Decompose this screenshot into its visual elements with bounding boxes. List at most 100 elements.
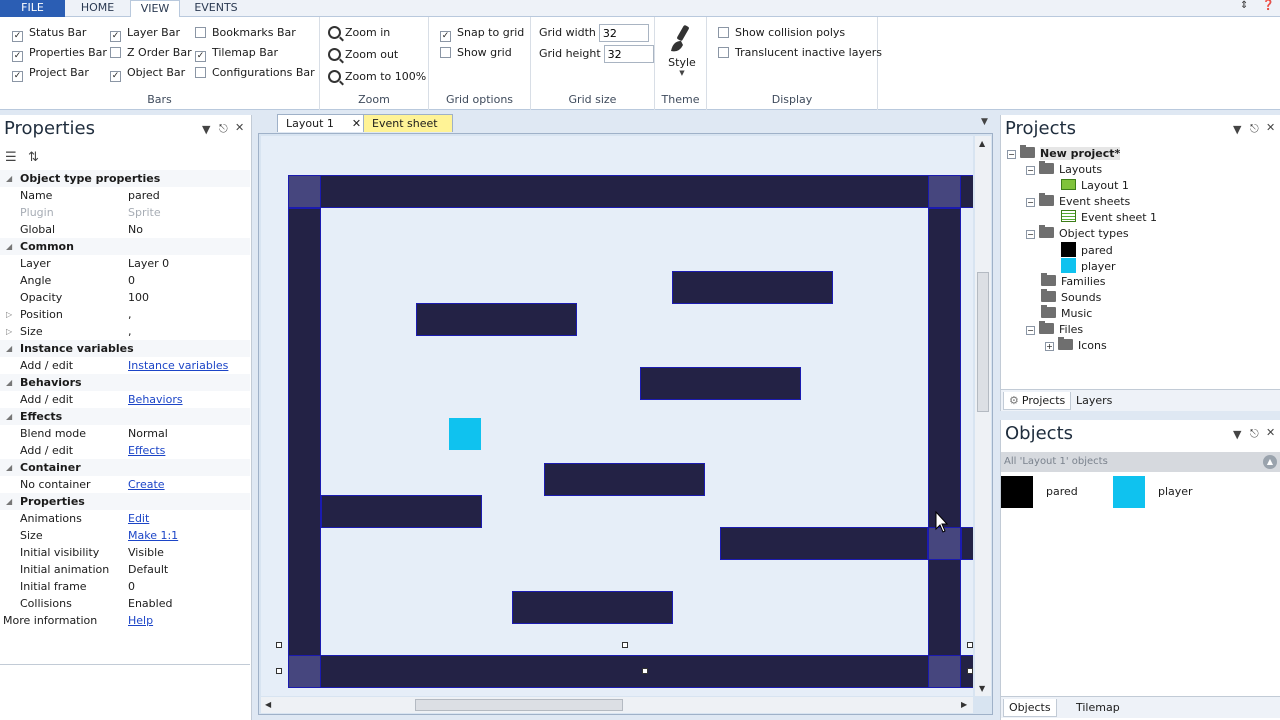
vertical-scroll-thumb[interactable] — [977, 272, 989, 412]
grid-height-input[interactable] — [603, 45, 654, 63]
scroll-left-icon[interactable]: ◀ — [265, 700, 271, 709]
object-item-pared[interactable]: pared — [1001, 476, 1101, 508]
property-row[interactable]: Initial frame 0 — [0, 578, 250, 595]
property-row[interactable]: Add / edit Instance variables — [0, 357, 250, 374]
sort-alpha-icon[interactable]: ⇅ — [28, 150, 39, 165]
snap-to-grid-checkbox[interactable]: ✓ Snap to grid — [440, 26, 524, 42]
property-row[interactable]: Angle 0 — [0, 272, 250, 289]
property-row[interactable]: ▷ Size, — [0, 323, 250, 340]
property-link[interactable]: Help — [128, 612, 153, 629]
ribbon-minimize-icon[interactable]: ⇕ — [1240, 0, 1248, 11]
vertical-scrollbar[interactable]: ▲ ▼ — [975, 136, 991, 696]
category-collapse-icon[interactable]: ◢ — [6, 459, 12, 476]
selection-handle[interactable] — [622, 642, 628, 648]
tab-layers[interactable]: Layers — [1071, 392, 1117, 410]
tab-view[interactable]: VIEW — [130, 0, 180, 18]
style-button[interactable]: Style ▼ — [665, 23, 699, 77]
tree-layout-1[interactable]: Layout 1 — [1061, 178, 1129, 193]
property-row[interactable]: Size Make 1:1 — [0, 527, 250, 544]
objects-filter[interactable]: All 'Layout 1' objects ▲ — [1001, 452, 1280, 472]
zoom-out-button[interactable]: Zoom out — [328, 48, 398, 61]
category-collapse-icon[interactable]: ◢ — [6, 170, 12, 187]
property-row[interactable]: Collisions Enabled — [0, 595, 250, 612]
scroll-up-icon[interactable]: ▲ — [979, 139, 985, 148]
tree-root[interactable]: − New project* — [1007, 145, 1121, 161]
wall-top[interactable] — [288, 175, 973, 208]
zoom-in-button[interactable]: Zoom in — [328, 26, 390, 39]
wall-top-right-block[interactable] — [928, 175, 961, 208]
close-icon[interactable]: ✕ — [235, 121, 244, 134]
expand-icon[interactable]: + — [1045, 342, 1054, 351]
panel-menu-icon[interactable]: ▼ — [1233, 428, 1241, 441]
category-collapse-icon[interactable]: ◢ — [6, 374, 12, 391]
property-link[interactable]: Effects — [128, 442, 165, 459]
selection-handle[interactable] — [642, 668, 648, 674]
up-level-icon[interactable]: ▲ — [1263, 455, 1277, 469]
tree-icons[interactable]: + Icons — [1045, 337, 1107, 353]
platform[interactable] — [544, 463, 705, 496]
show-collision-polys-checkbox[interactable]: Show collision polys — [718, 26, 845, 40]
expand-icon[interactable]: ▷ — [6, 323, 12, 340]
wall-top-left-block[interactable] — [288, 175, 321, 208]
category-collapse-icon[interactable]: ◢ — [6, 340, 12, 357]
horizontal-scroll-thumb[interactable] — [415, 699, 623, 711]
bookmarks-bar-checkbox[interactable]: Bookmarks Bar — [195, 26, 296, 40]
tab-tilemap[interactable]: Tilemap — [1071, 699, 1125, 717]
pin-icon[interactable]: ⎋ — [1250, 122, 1259, 136]
show-grid-checkbox[interactable]: Show grid — [440, 46, 512, 60]
property-row[interactable]: Name pared — [0, 187, 250, 204]
scroll-down-icon[interactable]: ▼ — [979, 684, 985, 693]
layout-canvas[interactable] — [261, 136, 973, 696]
platform[interactable] — [321, 495, 482, 528]
tree-sounds[interactable]: Sounds — [1041, 289, 1101, 305]
project-bar-checkbox[interactable]: ✓ Project Bar — [12, 66, 89, 82]
pin-icon[interactable]: ⎋ — [219, 122, 228, 136]
category-collapse-icon[interactable]: ◢ — [6, 238, 12, 255]
property-link[interactable]: Behaviors — [128, 391, 183, 408]
property-link[interactable]: Edit — [128, 510, 149, 527]
panel-menu-icon[interactable]: ▼ — [1233, 123, 1241, 136]
wall-right[interactable] — [928, 208, 961, 656]
property-link[interactable]: Make 1:1 — [128, 527, 178, 544]
selection-handle[interactable] — [967, 668, 973, 674]
help-icon[interactable]: ❓ — [1262, 0, 1274, 11]
wall-bottom-left-block[interactable] — [288, 655, 321, 688]
tree-music[interactable]: Music — [1041, 305, 1092, 321]
selection-handle[interactable] — [276, 642, 282, 648]
collapse-icon[interactable]: − — [1026, 326, 1035, 335]
horizontal-scrollbar[interactable]: ◀ ▶ — [261, 697, 973, 713]
property-row[interactable]: Opacity 100 — [0, 289, 250, 306]
platform[interactable] — [672, 271, 833, 304]
tilemap-bar-checkbox[interactable]: ✓ Tilemap Bar — [195, 46, 278, 62]
property-row[interactable]: Initial animation Default — [0, 561, 250, 578]
pin-icon[interactable]: ⎋ — [1250, 427, 1259, 441]
collapse-icon[interactable]: − — [1026, 198, 1035, 207]
tree-object-pared[interactable]: pared — [1061, 242, 1113, 257]
object-item-player[interactable]: player — [1113, 476, 1213, 508]
tab-file[interactable]: FILE — [0, 0, 65, 17]
tab-event-sheet-1[interactable]: Event sheet 1 — [363, 114, 453, 147]
property-row[interactable]: Global No — [0, 221, 250, 238]
configurations-bar-checkbox[interactable]: Configurations Bar — [195, 66, 315, 80]
platform[interactable] — [720, 527, 928, 560]
layout-stage[interactable] — [261, 136, 973, 696]
category-collapse-icon[interactable]: ◢ — [6, 408, 12, 425]
property-row[interactable]: No container Create — [0, 476, 250, 493]
wall-bottom[interactable] — [288, 655, 973, 688]
tree-event-sheets[interactable]: − Event sheets — [1026, 193, 1130, 209]
tab-events[interactable]: EVENTS — [180, 0, 252, 17]
property-row[interactable]: Initial visibility Visible — [0, 544, 250, 561]
properties-bar-checkbox[interactable]: ✓ Properties Bar — [12, 46, 107, 62]
property-row[interactable]: Add / edit Effects — [0, 442, 250, 459]
panel-menu-icon[interactable]: ▼ — [202, 123, 210, 136]
tab-objects[interactable]: Objects — [1003, 699, 1057, 717]
platform[interactable] — [512, 591, 673, 624]
zoom-100-button[interactable]: Zoom to 100% — [328, 70, 426, 83]
platform[interactable] — [640, 367, 801, 400]
status-bar-checkbox[interactable]: ✓ Status Bar — [12, 26, 86, 42]
tree-object-player[interactable]: player — [1061, 258, 1116, 273]
property-row[interactable]: Layer Layer 0 — [0, 255, 250, 272]
property-link[interactable]: Instance variables — [128, 357, 228, 374]
property-link[interactable]: Create — [128, 476, 165, 493]
grid-width-input[interactable] — [598, 24, 649, 42]
